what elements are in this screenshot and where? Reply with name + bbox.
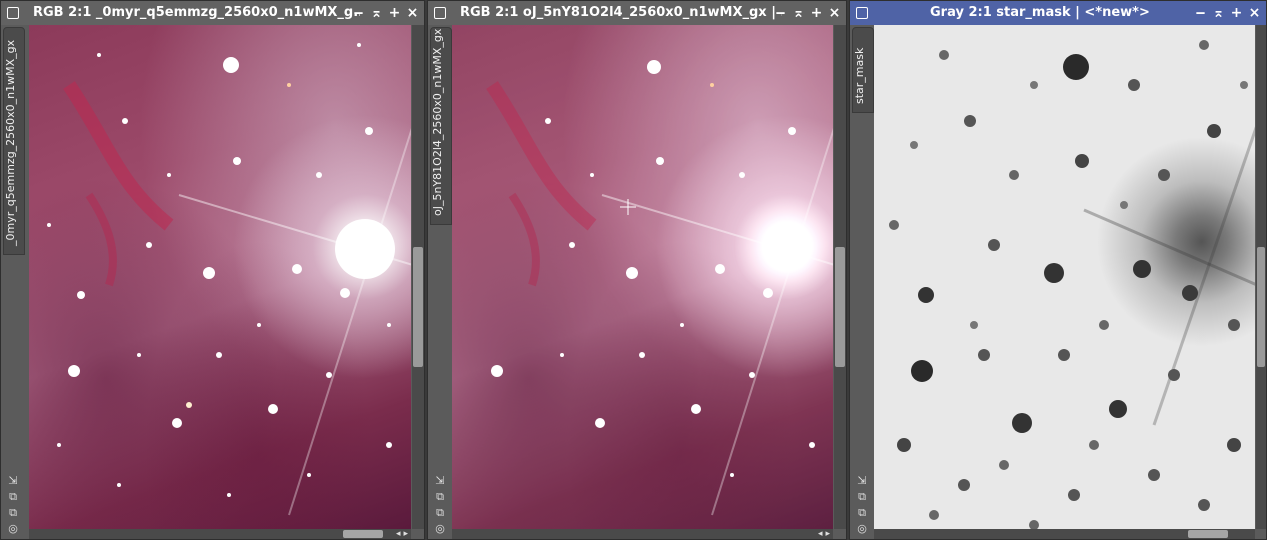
window-icon xyxy=(7,7,19,19)
fit-icon[interactable]: ⇲ xyxy=(435,475,444,487)
window-3-image[interactable] xyxy=(874,25,1255,529)
image-window-1[interactable]: RGB 2:1 _0myr_q5emmzg_2560x0_n1wMX_g... … xyxy=(0,0,425,540)
window-1-side-icons: ⇲ ⧉ ⧉ ◎ xyxy=(4,475,22,535)
copy-icon[interactable]: ⧉ xyxy=(858,491,866,503)
close-button[interactable]: × xyxy=(1247,1,1262,25)
window-1-vertical-thumb[interactable] xyxy=(413,247,423,367)
window-1-side-tab[interactable]: _0myr_q5emmzg_2560x0_n1wMX_gx xyxy=(3,27,25,255)
window-1-starfield xyxy=(47,43,411,516)
window-3-title: Gray 2:1 star_mask | <*new*> xyxy=(930,5,1150,20)
shade-button[interactable]: ⌅ xyxy=(1211,1,1226,25)
window-1-vertical-scrollbar[interactable] xyxy=(412,25,424,529)
fit-icon[interactable]: ⇲ xyxy=(857,475,866,487)
window-icon xyxy=(856,7,868,19)
copy-icon[interactable]: ⧉ xyxy=(436,491,444,503)
minimize-button[interactable]: ‒ xyxy=(1193,1,1208,25)
close-button[interactable]: × xyxy=(405,1,420,25)
minimize-button[interactable]: ‒ xyxy=(773,1,788,25)
fit-icon[interactable]: ⇲ xyxy=(8,475,17,487)
window-2-vertical-scrollbar[interactable] xyxy=(834,25,846,529)
maximize-button[interactable]: + xyxy=(809,1,824,25)
window-1-horizontal-scrollbar[interactable] xyxy=(29,529,411,539)
window-3-starmask xyxy=(889,40,1255,529)
shade-button[interactable]: ⌅ xyxy=(369,1,384,25)
window-1-titlebar[interactable]: RGB 2:1 _0myr_q5emmzg_2560x0_n1wMX_g... … xyxy=(1,1,424,25)
target-icon[interactable]: ◎ xyxy=(857,523,867,535)
window-2-horizontal-scrollbar[interactable] xyxy=(452,529,833,539)
target-icon[interactable]: ◎ xyxy=(435,523,445,535)
window-1-title: RGB 2:1 _0myr_q5emmzg_2560x0_n1wMX_g... xyxy=(33,5,360,20)
clone-icon[interactable]: ⧉ xyxy=(436,507,444,519)
clone-icon[interactable]: ⧉ xyxy=(9,507,17,519)
clone-icon[interactable]: ⧉ xyxy=(858,507,866,519)
window-3-vertical-thumb[interactable] xyxy=(1257,247,1265,367)
minimize-button[interactable]: ‒ xyxy=(351,1,366,25)
scroll-right-icon[interactable]: ▸ xyxy=(403,529,408,539)
window-2-side-tab[interactable]: oJ_5nY81O2l4_2560x0_n1wMX_gx xyxy=(430,27,452,225)
window-2-vertical-thumb[interactable] xyxy=(835,247,845,367)
scroll-left-icon[interactable]: ◂ xyxy=(396,529,401,539)
close-button[interactable]: × xyxy=(827,1,842,25)
target-icon[interactable]: ◎ xyxy=(8,523,18,535)
window-1-horizontal-thumb[interactable] xyxy=(343,530,383,538)
scroll-left-icon[interactable]: ◂ xyxy=(818,529,823,539)
window-2-title: RGB 2:1 oJ_5nY81O2l4_2560x0_n1wMX_gx | .… xyxy=(460,5,782,20)
window-2-titlebar[interactable]: RGB 2:1 oJ_5nY81O2l4_2560x0_n1wMX_gx | .… xyxy=(428,1,846,25)
window-icon xyxy=(434,7,446,19)
shade-button[interactable]: ⌅ xyxy=(791,1,806,25)
window-3-vertical-scrollbar[interactable] xyxy=(1256,25,1266,529)
window-3-side-tab[interactable]: star_mask xyxy=(852,27,874,113)
scroll-right-icon[interactable]: ▸ xyxy=(825,529,830,539)
window-2-starfield xyxy=(486,60,833,516)
image-window-2[interactable]: RGB 2:1 oJ_5nY81O2l4_2560x0_n1wMX_gx | .… xyxy=(427,0,847,540)
window-3-side-icons: ⇲ ⧉ ⧉ ◎ xyxy=(853,475,871,535)
maximize-button[interactable]: + xyxy=(387,1,402,25)
window-2-image[interactable] xyxy=(452,25,833,529)
window-3-titlebar[interactable]: Gray 2:1 star_mask | <*new*> ‒ ⌅ + × xyxy=(850,1,1266,25)
maximize-button[interactable]: + xyxy=(1229,1,1244,25)
window-2-side-icons: ⇲ ⧉ ⧉ ◎ xyxy=(431,475,449,535)
window-1-image[interactable] xyxy=(29,25,411,529)
image-window-3[interactable]: Gray 2:1 star_mask | <*new*> ‒ ⌅ + × sta… xyxy=(849,0,1267,540)
window-3-horizontal-scrollbar[interactable] xyxy=(874,529,1255,539)
window-3-horizontal-thumb[interactable] xyxy=(1188,530,1228,538)
copy-icon[interactable]: ⧉ xyxy=(9,491,17,503)
